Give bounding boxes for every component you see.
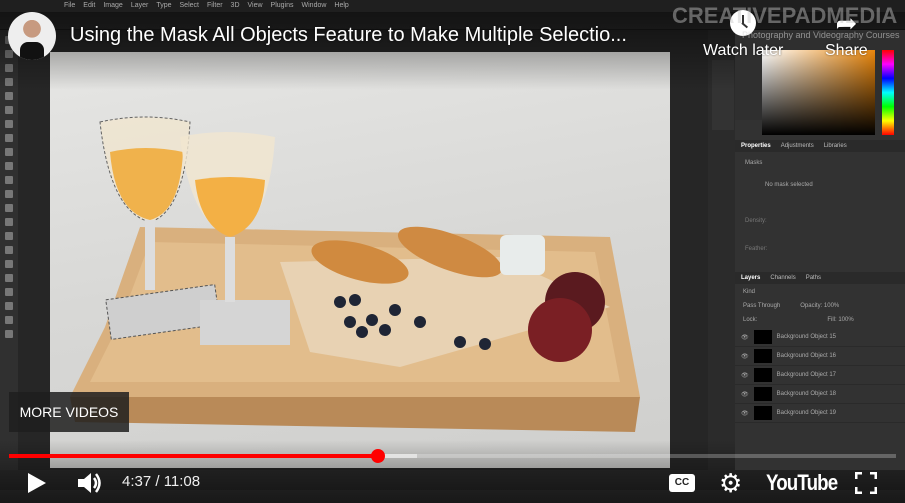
menu-view: View — [247, 2, 263, 9]
video-title[interactable]: Using the Mask All Objects Feature to Ma… — [70, 24, 627, 47]
layer-row[interactable]: 👁 Background Object 18 — [735, 385, 905, 404]
breakfast-tray-image — [70, 116, 640, 432]
opacity-field[interactable]: Opacity: 100% — [800, 303, 839, 309]
progress-bar[interactable] — [9, 449, 896, 463]
blend-mode-select[interactable]: Pass Through — [743, 303, 780, 309]
menu-type: Type — [156, 2, 172, 9]
settings-button[interactable]: ⚙ — [719, 468, 742, 499]
menu-filter: Filter — [206, 2, 223, 9]
layer-row[interactable]: 👁 Background Object 15 — [735, 328, 905, 347]
passion-fruit — [528, 298, 592, 362]
tab-adjustments[interactable]: Adjustments — [781, 143, 814, 149]
menu-3d: 3D — [230, 2, 240, 9]
tab-paths[interactable]: Paths — [806, 275, 821, 281]
fullscreen-button[interactable] — [854, 471, 878, 499]
feather-label: Feather: — [745, 246, 768, 252]
layers-list: 👁 Background Object 15 👁 Background Object… — [735, 328, 905, 423]
mute-button[interactable] — [76, 470, 104, 501]
menu-file: File — [64, 2, 76, 9]
more-videos-button[interactable]: MORE VIDEOS — [9, 392, 129, 432]
eye-icon[interactable]: 👁 — [741, 391, 749, 398]
volume-icon — [78, 473, 101, 493]
captions-button[interactable]: CC — [669, 474, 695, 492]
play-button[interactable] — [26, 472, 48, 499]
tab-libraries[interactable]: Libraries — [824, 143, 847, 149]
tab-channels[interactable]: Channels — [770, 275, 795, 281]
watermark-tagline: Photography and Videography Courses — [742, 30, 900, 40]
watermark-logo: CREATIVEPADMEDIA — [672, 3, 898, 28]
eye-icon[interactable]: 👁 — [741, 334, 749, 341]
menu-select: Select — [179, 2, 199, 9]
eye-icon[interactable]: 👁 — [741, 410, 749, 417]
time-display: 4:37 / 11:08 — [122, 473, 201, 490]
layers-tabs: Layers Channels Paths — [735, 272, 905, 284]
video-frame-photo — [50, 52, 670, 468]
lock-label: Lock: — [743, 317, 758, 323]
channel-avatar[interactable] — [8, 12, 56, 60]
menu-image: Image — [103, 2, 123, 9]
youtube-logo-button[interactable]: YouTube — [766, 470, 838, 496]
hue-slider[interactable] — [882, 50, 894, 135]
fullscreen-icon — [854, 471, 878, 495]
tab-layers[interactable]: Layers — [741, 275, 760, 281]
menu-layer: Layer — [130, 2, 149, 9]
eye-icon[interactable]: 👁 — [741, 353, 749, 360]
menu-plugins: Plugins — [270, 2, 294, 9]
properties-tabs: Properties Adjustments Libraries — [735, 140, 905, 152]
layer-filter-kind[interactable]: Kind — [735, 284, 905, 300]
gear-icon: ⚙ — [719, 468, 743, 498]
density-label: Density: — [745, 218, 767, 224]
masks-label: Masks — [745, 160, 763, 166]
menu-window: Window — [301, 2, 327, 9]
layer-row[interactable]: 👁 Background Object 16 — [735, 347, 905, 366]
played-bar — [9, 454, 379, 458]
tab-properties[interactable]: Properties — [741, 143, 771, 149]
layer-row[interactable]: 👁 Background Object 17 — [735, 366, 905, 385]
eye-icon[interactable]: 👁 — [741, 372, 749, 379]
fill-field[interactable]: Fill: 100% — [827, 317, 853, 323]
play-icon — [28, 473, 46, 493]
menu-help: Help — [334, 2, 349, 9]
cc-icon: CC — [674, 477, 690, 488]
no-mask-label: No mask selected — [765, 182, 813, 188]
photoshop-right-panel: Properties Adjustments Libraries Masks No … — [735, 30, 905, 470]
photoshop-panel-icons — [712, 60, 734, 130]
layer-row[interactable]: 👁 Background Object 19 — [735, 404, 905, 423]
menu-edit: Edit — [83, 2, 96, 9]
